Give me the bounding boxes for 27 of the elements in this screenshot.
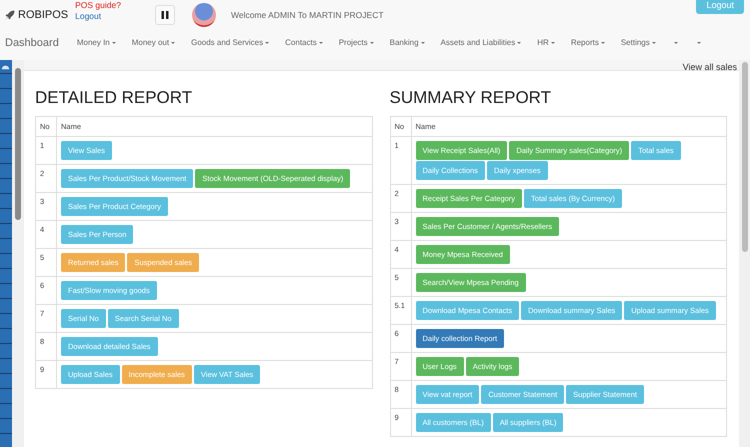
report-title: DETAILED REPORT [35,88,194,108]
nav-menu-item[interactable]: Settings [620,38,656,47]
nav-menu-item[interactable]: HR [537,38,555,47]
logout-link[interactable]: Logout [75,11,121,22]
pause-icon [160,11,169,19]
view-all-sales-link[interactable]: View all sales [682,62,737,72]
nav-menu-item[interactable]: Banking [390,38,425,47]
pos-guide-link[interactable]: POS guide? [75,0,121,11]
logout-button[interactable]: Logout [696,0,744,14]
scrollbar[interactable] [12,60,23,447]
dropdown-caret-icon[interactable] [672,42,678,44]
brand-name[interactable]: ROBIPOS [18,9,68,21]
dropdown-caret-icon[interactable] [694,42,701,44]
nav-menu-item[interactable]: Projects [338,38,374,47]
welcome-text: Welcome ADMIN To MARTIN PROJECT [230,10,384,20]
nav-menu-item[interactable]: Goods and Services [191,38,270,47]
nav-menu-item[interactable]: Assets and Liabilities [440,38,522,47]
company-logo [192,3,216,27]
report-title: SUMMARY REPORT [390,88,552,108]
nav-menu-item[interactable]: Money In [76,38,116,47]
rocket-icon [5,10,15,20]
nav-menu-item[interactable]: Contacts [285,38,323,47]
dashboard-link[interactable]: Dashboard [5,36,59,48]
scrollbar[interactable] [739,60,750,447]
nav-menu-item[interactable]: Money out [132,38,176,47]
pause-button[interactable] [154,5,175,25]
nav-menu-item[interactable]: Reports [570,38,605,47]
